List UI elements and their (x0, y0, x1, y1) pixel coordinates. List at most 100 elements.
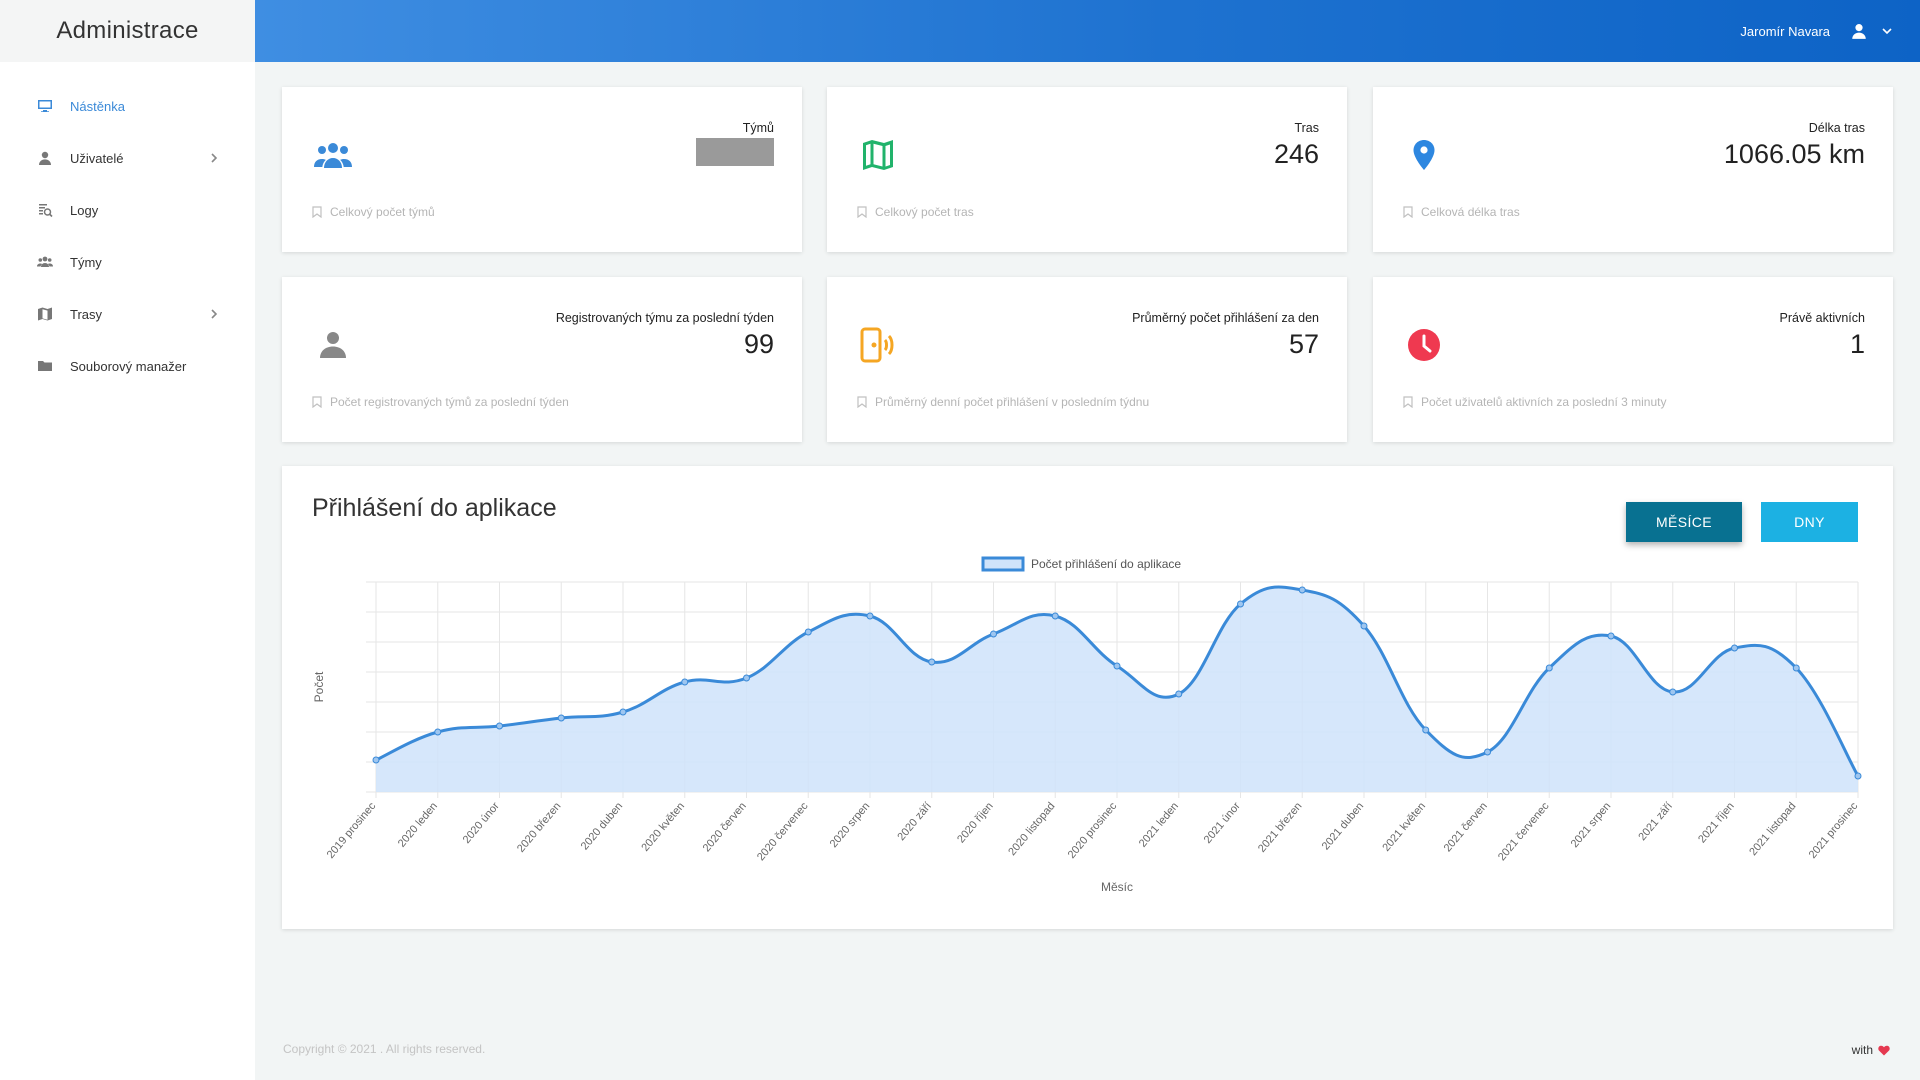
stat-footer: Průměrný denní počet přihlášení v posled… (857, 395, 1149, 409)
data-point (557, 714, 565, 722)
x-tick-label: 2020 říjen (955, 800, 996, 845)
stat-footer: Celkový počet týmů (312, 205, 435, 219)
x-tick-label: 2021 listopad (1747, 800, 1798, 858)
data-point (1792, 664, 1800, 672)
bookmark-icon (1403, 206, 1413, 218)
sidebar-item-label: Týmy (70, 254, 102, 270)
user-icon (36, 149, 54, 167)
stat-value: 99 (743, 329, 774, 359)
x-tick-label: 2021 duben (1320, 800, 1367, 852)
data-point (1237, 600, 1244, 608)
footer-with-text: with (1851, 1043, 1873, 1057)
x-tick-label: 2020 leden (396, 800, 440, 849)
legend-swatch (981, 556, 1025, 572)
stat-title: Průměrný počet přihlášení za den (1132, 311, 1319, 325)
data-point (866, 612, 874, 620)
data-point (1360, 622, 1368, 630)
bookmark-icon (857, 206, 867, 218)
heart-icon (1878, 1045, 1890, 1056)
stat-card-active-now: Právě aktivních 1 Počet uživatelů aktivn… (1373, 277, 1893, 442)
months-button[interactable]: MĚSÍCE (1626, 502, 1742, 542)
footer-made-with: with (1852, 1043, 1890, 1057)
stat-value: 1066.05 km (1723, 139, 1865, 169)
bookmark-icon (1403, 396, 1413, 408)
x-tick-label: 2021 září (1636, 800, 1675, 843)
chevron-down-icon[interactable] (1882, 26, 1892, 36)
x-tick-label: 2020 listopad (1006, 800, 1057, 858)
x-tick-label: 2021 leden (1137, 800, 1181, 849)
sidebar-item-dashboard[interactable]: Nástěnka (0, 80, 255, 132)
x-tick-label: 2019 prosinec (325, 800, 379, 861)
stat-card-route-length: Délka tras 1066.05 km Celková délka tras (1373, 87, 1893, 252)
x-tick-label: 2020 únor (461, 800, 502, 846)
stat-footer: Počet uživatelů aktivních za poslední 3 … (1403, 395, 1666, 409)
clock-icon (1403, 325, 1445, 365)
stat-footer: Celková délka tras (1403, 205, 1520, 219)
sidebar-nav: Nástěnka Uživatelé Logy Týmy Trasy Soubo… (0, 62, 255, 392)
data-point (1607, 632, 1615, 640)
stat-footer-text: Průměrný denní počet přihlášení v posled… (875, 395, 1150, 409)
sidebar-item-label: Souborový manažer (70, 358, 187, 374)
chevron-right-icon (209, 153, 219, 163)
user-name[interactable]: Jaromír Navara (1740, 24, 1830, 39)
data-point (1298, 586, 1306, 594)
user-icon[interactable] (1850, 22, 1868, 40)
user-icon (312, 325, 354, 365)
top-header: Jaromír Navara (255, 0, 1920, 62)
stat-footer-text: Celkový počet týmů (330, 205, 435, 219)
monitor-icon (36, 97, 54, 115)
sidebar-item-label: Logy (70, 202, 99, 218)
sidebar-item-file-manager[interactable]: Souborový manažer (0, 340, 255, 392)
sidebar-item-routes[interactable]: Trasy (0, 288, 255, 340)
data-point (1422, 726, 1430, 734)
brand-title[interactable]: Administrace (0, 0, 255, 62)
x-tick-label: 2021 březen (1256, 800, 1305, 855)
sidebar-item-teams[interactable]: Týmy (0, 236, 255, 288)
map-icon (857, 135, 899, 175)
redacted-value (696, 138, 774, 166)
data-point (434, 728, 442, 736)
data-point (928, 658, 936, 666)
data-point (1854, 772, 1862, 780)
data-point (1545, 664, 1553, 672)
data-point (804, 628, 812, 636)
stat-card-registered-teams: Registrovaných týmu za poslední týden 99… (282, 277, 802, 442)
data-point (1051, 612, 1059, 620)
data-point (1113, 662, 1121, 670)
stat-footer-text: Celková délka tras (1421, 205, 1520, 219)
sidebar-item-users[interactable]: Uživatelé (0, 132, 255, 184)
x-tick-label: 2021 únor (1202, 800, 1243, 846)
stat-footer: Celkový počet tras (857, 205, 974, 219)
bookmark-icon (857, 396, 867, 408)
stat-title: Registrovaných týmu za poslední týden (555, 311, 774, 325)
x-tick-label: 2020 březen (515, 800, 564, 855)
sidebar-item-label: Nástěnka (70, 98, 125, 114)
data-point (496, 722, 503, 730)
team-icon (36, 253, 54, 271)
bookmark-icon (312, 396, 322, 408)
stat-value: 57 (1288, 329, 1319, 359)
stat-value: 246 (1273, 139, 1319, 169)
log-search-icon (36, 201, 54, 219)
data-point (681, 678, 689, 686)
map-icon (36, 305, 54, 323)
x-tick-label: 2020 srpen (828, 800, 873, 850)
stat-title: Týmů (742, 121, 774, 135)
x-axis-label: Měsíc (1101, 880, 1133, 894)
x-tick-label: 2020 duben (579, 800, 626, 852)
folder-icon (36, 357, 54, 375)
data-point (1484, 748, 1491, 756)
sidebar: Administrace Nástěnka Uživatelé Logy Tým… (0, 0, 255, 1080)
data-point (1731, 644, 1738, 652)
sidebar-item-logs[interactable]: Logy (0, 184, 255, 236)
x-tick-label: 2021 květen (1380, 800, 1428, 854)
chart-title: Přihlášení do aplikace (312, 494, 557, 522)
sidebar-item-label: Uživatelé (70, 150, 124, 166)
data-point (1669, 688, 1677, 696)
stat-footer: Počet registrovaných týmů za poslední tý… (312, 395, 569, 409)
stat-value: 1 (1849, 329, 1865, 359)
logins-chart-card: 2019 prosinec 2020 leden 2020 únor 2020 bře… (282, 466, 1893, 929)
days-button[interactable]: DNY (1761, 502, 1858, 542)
data-point (619, 708, 627, 716)
copyright-text: Copyright © 2021 . All rights reserved. (283, 1042, 486, 1056)
